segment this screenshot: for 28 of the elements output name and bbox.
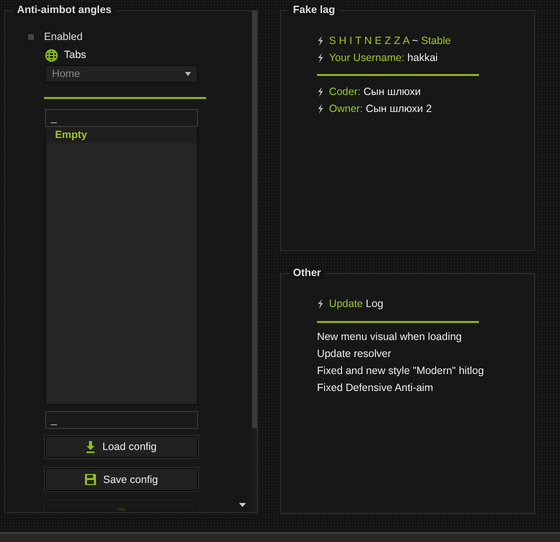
- tabs-dropdown[interactable]: Home: [45, 64, 198, 83]
- info-line: Owner: Сын шлюхи 2: [329, 102, 432, 114]
- log-heading: Update Log: [329, 298, 384, 310]
- log-entry: Fixed and new style "Modern" hitlog: [317, 364, 484, 376]
- checkbox[interactable]: [27, 33, 35, 42]
- panel-title: Anti-aimbot angles: [13, 4, 116, 16]
- log-entry: Update resolver: [317, 348, 392, 360]
- info-line: Your Username: hakkai: [329, 52, 438, 64]
- list-item[interactable]: Empty: [46, 126, 197, 143]
- info-line: S H I T N E Z Z A ~ Stable: [329, 34, 451, 46]
- panel-title: Other: [289, 267, 326, 279]
- globe-icon: [45, 48, 58, 62]
- config-button[interactable]: Save config: [45, 468, 198, 492]
- name-field[interactable]: _: [45, 410, 198, 429]
- config-button[interactable]: Load config: [45, 436, 198, 458]
- search-field[interactable]: _: [45, 108, 198, 127]
- checkbox-label: Enabled: [44, 31, 83, 44]
- lightning-icon: [317, 298, 324, 308]
- panel-title: Fake lag: [289, 4, 340, 16]
- info-line: Coder: Сын шлюхи: [329, 86, 421, 98]
- caret-icon: [185, 72, 191, 76]
- log-entry: New menu visual when loading: [317, 330, 462, 342]
- scrollbar[interactable]: [252, 11, 257, 512]
- field-label: Tabs: [64, 49, 86, 62]
- download-icon: [86, 440, 96, 453]
- floppy-icon: [85, 474, 96, 486]
- log-entry: Fixed Defensive Anti-aim: [317, 382, 434, 394]
- scroll-down-icon[interactable]: [239, 503, 246, 507]
